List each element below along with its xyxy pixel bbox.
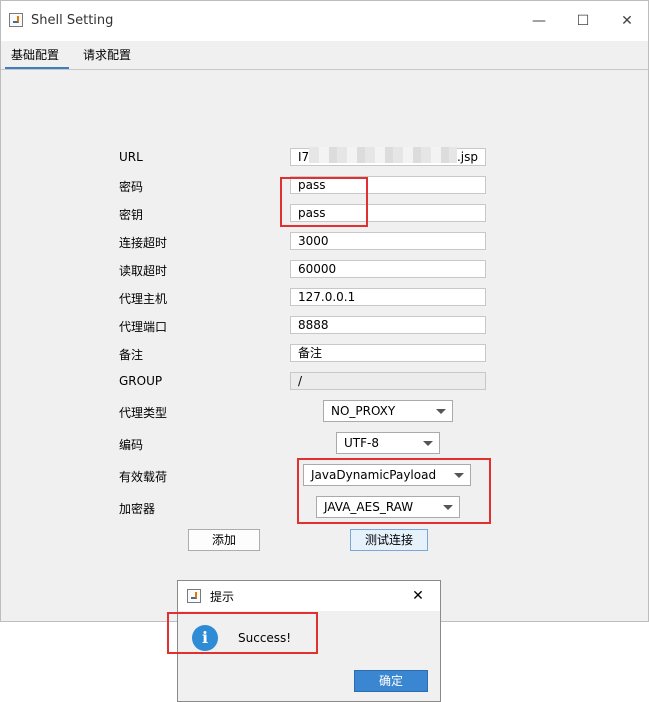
tab-request-config[interactable]: 请求配置: [83, 46, 131, 63]
group-field: /: [290, 372, 486, 390]
redacted-url-blur: [309, 147, 457, 163]
highlight-box-credentials: [280, 177, 368, 227]
remark-label: 备注: [119, 348, 144, 362]
dialog-title: 提示: [210, 590, 235, 604]
url-value-start: I7: [298, 150, 310, 164]
cryption-label: 加密器: [119, 502, 156, 516]
conn-timeout-field[interactable]: 3000: [290, 232, 486, 250]
title-bar: Shell Setting — ☐ ✕: [1, 1, 648, 41]
shell-setting-window: Shell Setting — ☐ ✕ 基础配置 请求配置 URL 密码 密钥 …: [0, 0, 649, 622]
encoding-value: UTF-8: [344, 436, 379, 450]
java-app-icon: [187, 589, 201, 603]
password-label: 密码: [119, 180, 144, 194]
proxy-port-field[interactable]: 8888: [290, 316, 486, 334]
encoding-select[interactable]: UTF-8: [336, 432, 440, 454]
url-label: URL: [119, 150, 143, 164]
proxy-type-value: NO_PROXY: [331, 404, 396, 418]
tab-basic-config[interactable]: 基础配置: [11, 46, 59, 63]
maximize-icon[interactable]: ☐: [568, 9, 598, 33]
close-icon[interactable]: ✕: [612, 9, 642, 33]
ok-button[interactable]: 确定: [354, 670, 428, 692]
chevron-down-icon: [423, 441, 433, 446]
active-tab-indicator: [5, 67, 69, 69]
proxy-host-field[interactable]: 127.0.0.1: [290, 288, 486, 306]
read-timeout-label: 读取超时: [119, 264, 168, 278]
highlight-box-payload: [297, 458, 491, 524]
java-app-icon: [9, 13, 23, 27]
proxy-host-label: 代理主机: [119, 292, 168, 306]
window-title: Shell Setting: [31, 13, 114, 28]
key-label: 密钥: [119, 208, 144, 222]
payload-label: 有效载荷: [119, 470, 168, 484]
chevron-down-icon: [436, 409, 446, 414]
url-value-end: l.jsp: [453, 150, 478, 164]
encoding-label: 编码: [119, 438, 144, 452]
test-connection-button[interactable]: 测试连接: [350, 529, 428, 551]
highlight-box-success: [167, 612, 318, 654]
add-button[interactable]: 添加: [188, 529, 260, 551]
proxy-port-label: 代理端口: [119, 320, 168, 334]
minimize-icon[interactable]: —: [524, 9, 554, 33]
dialog-title-bar: 提示 ✕: [178, 581, 440, 611]
group-label: GROUP: [119, 374, 163, 388]
conn-timeout-label: 连接超时: [119, 236, 168, 250]
tab-bar: 基础配置 请求配置: [1, 41, 648, 70]
proxy-type-label: 代理类型: [119, 406, 168, 420]
read-timeout-field[interactable]: 60000: [290, 260, 486, 278]
proxy-type-select[interactable]: NO_PROXY: [323, 400, 453, 422]
remark-field[interactable]: 备注: [290, 344, 486, 362]
dialog-close-icon[interactable]: ✕: [406, 584, 430, 608]
